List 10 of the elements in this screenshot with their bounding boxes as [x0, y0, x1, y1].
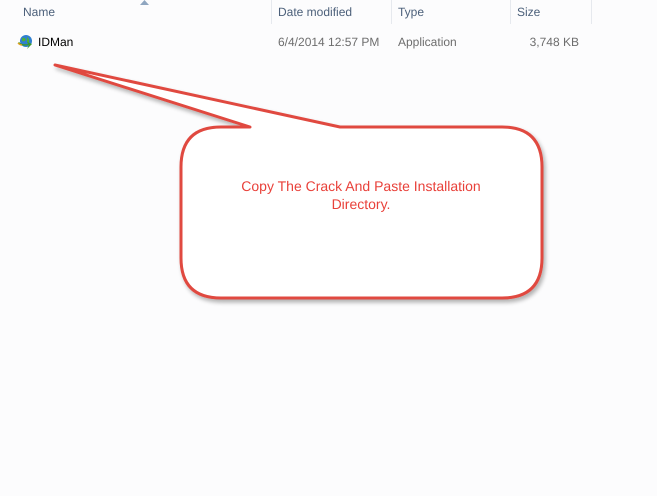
column-header[interactable]: Size — [511, 0, 592, 24]
type-cell-text: Application — [397, 35, 458, 49]
date-cell-text: 6/4/2014 12:57 PM — [277, 35, 380, 49]
column-header[interactable]: Date modified — [272, 0, 392, 24]
file-name[interactable]: IDMan — [38, 35, 74, 49]
callout-text: Copy The Crack And Paste Installation Directory. — [240, 177, 482, 213]
globe-icon — [17, 34, 34, 50]
column-header[interactable]: Type — [392, 0, 511, 24]
size-cell-text: 3,748 KB — [528, 35, 580, 49]
column-header[interactable]: Name — [17, 0, 272, 24]
